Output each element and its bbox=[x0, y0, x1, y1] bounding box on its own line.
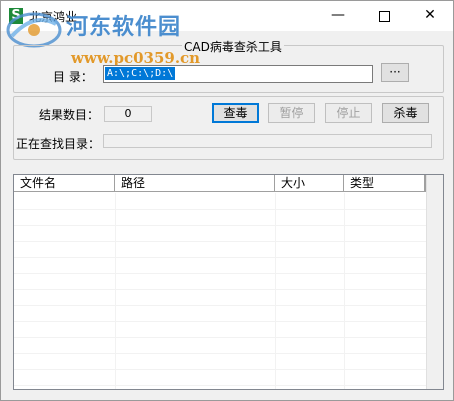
watermark-site-name: 河东软件园 bbox=[66, 15, 182, 40]
close-button[interactable]: ✕ bbox=[407, 1, 453, 31]
grid-row-line bbox=[14, 289, 426, 290]
kill-virus-button[interactable]: 杀毒 bbox=[382, 103, 429, 123]
close-icon: ✕ bbox=[424, 7, 436, 23]
grid-row-line bbox=[14, 321, 426, 322]
directory-input[interactable]: A:\;C:\;D:\ bbox=[103, 65, 373, 83]
app-window: S 北京鸿业 — ✕ 河东软件园 www.pc0359.cn CAD病毒查杀工具… bbox=[0, 0, 454, 401]
pause-button[interactable]: 暂停 bbox=[268, 103, 315, 123]
column-header-filename[interactable]: 文件名 bbox=[14, 175, 115, 192]
grid-row-line bbox=[14, 337, 426, 338]
grid-row-line bbox=[14, 225, 426, 226]
grid-row-line bbox=[14, 241, 426, 242]
searching-dir-label: 正在查找目录： bbox=[16, 137, 101, 151]
grid-column-line bbox=[115, 193, 116, 389]
grid-row-line bbox=[14, 385, 426, 386]
grid-row-line bbox=[14, 369, 426, 370]
result-count-label: 结果数目： bbox=[39, 108, 100, 122]
grid-row-line bbox=[14, 305, 426, 306]
column-header-size[interactable]: 大小 bbox=[275, 175, 344, 192]
grid-row-line bbox=[14, 353, 426, 354]
minimize-button[interactable]: — bbox=[315, 1, 361, 31]
result-count-value: 0 bbox=[104, 106, 152, 122]
column-header-path[interactable]: 路径 bbox=[115, 175, 275, 192]
group-legend: CAD病毒查杀工具 bbox=[182, 38, 284, 55]
grid-column-line bbox=[275, 193, 276, 389]
maximize-icon bbox=[378, 11, 390, 22]
stop-button[interactable]: 停止 bbox=[325, 103, 372, 123]
grid-row-line bbox=[14, 257, 426, 258]
grid-row-line bbox=[14, 209, 426, 210]
searching-dir-display bbox=[103, 134, 432, 148]
browse-button[interactable]: ··· bbox=[381, 63, 409, 82]
directory-value: A:\;C:\;D:\ bbox=[105, 67, 176, 80]
grid-column-line bbox=[344, 193, 345, 389]
scan-button[interactable]: 查毒 bbox=[212, 103, 259, 123]
maximize-button[interactable] bbox=[361, 1, 407, 31]
column-header-type[interactable]: 类型 bbox=[344, 175, 425, 192]
vertical-scrollbar[interactable] bbox=[426, 175, 443, 389]
grid-row-line bbox=[14, 273, 426, 274]
result-list[interactable]: 文件名 路径 大小 类型 bbox=[13, 174, 444, 390]
directory-label: 目 录： bbox=[53, 70, 93, 84]
